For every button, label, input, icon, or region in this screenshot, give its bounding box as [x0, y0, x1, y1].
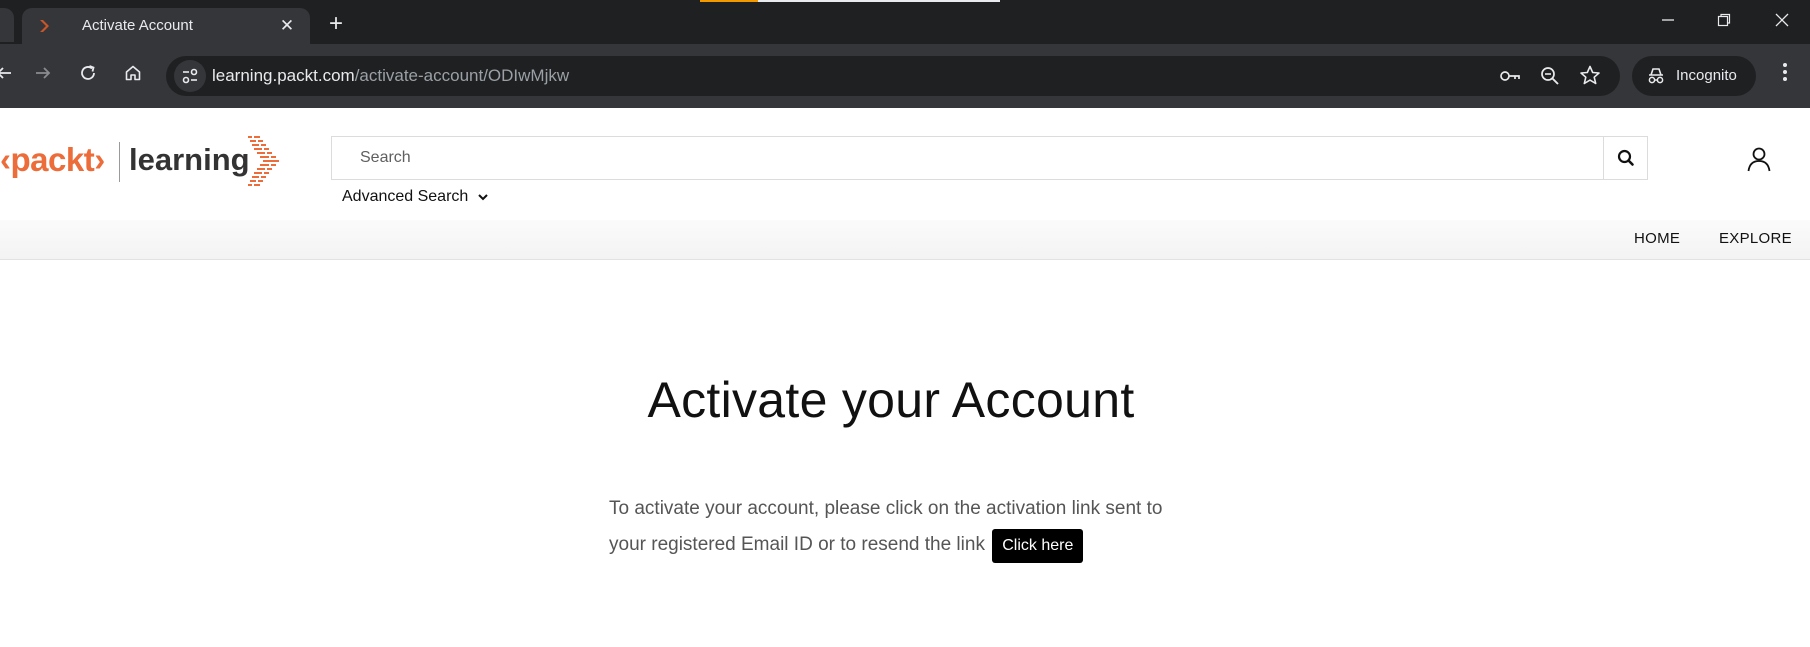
incognito-label: Incognito	[1676, 67, 1737, 84]
incognito-badge[interactable]: Incognito	[1632, 56, 1756, 96]
site-info-icon	[182, 68, 198, 84]
browser-menu-button[interactable]	[1770, 58, 1800, 94]
address-bar[interactable]: learning.packt.com/activate-account/ODIw…	[166, 56, 1620, 96]
zoom-button[interactable]	[1536, 62, 1564, 90]
main-nav: HOME EXPLORE	[0, 220, 1810, 260]
advanced-search-label: Advanced Search	[342, 188, 469, 205]
logo-brand: ‹packt›	[0, 141, 105, 178]
active-tab[interactable]: Activate Account ✕	[22, 8, 310, 44]
previous-tab-stub[interactable]	[0, 8, 14, 42]
main-content: Activate your Account To activate your a…	[0, 261, 1810, 647]
password-key-icon	[1500, 71, 1520, 81]
tab-title: Activate Account	[82, 17, 193, 34]
new-tab-button[interactable]: +	[322, 11, 350, 39]
site-search	[331, 136, 1648, 180]
activation-message: To activate your account, please click o…	[609, 491, 1209, 563]
close-window-button[interactable]	[1754, 0, 1810, 44]
password-key-button[interactable]	[1496, 62, 1524, 90]
reload-icon	[81, 65, 95, 80]
resend-link-button[interactable]: Click here	[992, 529, 1084, 563]
reload-button[interactable]	[70, 58, 106, 94]
forward-icon	[36, 67, 51, 79]
nav-explore-link[interactable]: EXPLORE	[1719, 230, 1792, 247]
restore-button[interactable]	[1696, 0, 1752, 44]
chevron-down-icon	[478, 194, 488, 201]
url-host: learning.packt.com	[212, 66, 355, 85]
activation-message-line2-row: your registered Email ID or to resend th…	[609, 527, 1209, 563]
activation-message-line1: To activate your account, please click o…	[609, 498, 1163, 519]
close-icon	[1775, 13, 1789, 27]
search-button[interactable]	[1603, 137, 1647, 179]
site-info-button[interactable]	[174, 60, 206, 92]
page-title: Activate your Account	[647, 372, 1135, 428]
browser-tab-strip: Activate Account ✕ +	[0, 0, 1810, 44]
site-header: ‹packt› learning Search Advanced Search	[0, 108, 1810, 220]
url-text: learning.packt.com/activate-account/ODIw…	[212, 66, 569, 86]
packt-learning-logo[interactable]: ‹packt› learning	[0, 134, 290, 186]
close-tab-icon[interactable]: ✕	[274, 13, 300, 39]
user-icon	[1747, 147, 1771, 172]
back-button[interactable]	[0, 58, 22, 94]
nav-home-link[interactable]: HOME	[1634, 230, 1680, 247]
tab-strip-accent-light	[758, 0, 1000, 2]
logo-product: learning	[129, 142, 250, 177]
menu-icon	[1783, 63, 1787, 81]
bookmark-button[interactable]	[1576, 62, 1604, 90]
tab-strip-accent	[700, 0, 758, 2]
activation-message-line2: your registered Email ID or to resend th…	[609, 534, 985, 555]
url-path: /activate-account/ODIwMjkw	[354, 66, 570, 85]
user-account-button[interactable]	[1744, 144, 1774, 174]
logo-chevron-icon	[248, 136, 279, 186]
incognito-icon	[1648, 68, 1664, 84]
search-input[interactable]	[332, 137, 1604, 179]
home-icon	[125, 65, 141, 81]
restore-icon	[1717, 13, 1731, 27]
back-icon	[0, 67, 11, 79]
search-icon	[1617, 149, 1634, 166]
browser-toolbar: learning.packt.com/activate-account/ODIw…	[0, 44, 1810, 108]
minimize-button[interactable]	[1640, 0, 1696, 44]
home-button[interactable]	[115, 58, 151, 94]
logo-divider	[119, 142, 120, 182]
bookmark-star-icon	[1580, 65, 1600, 85]
packt-favicon-icon	[40, 20, 49, 32]
zoom-out-icon	[1541, 67, 1559, 85]
forward-button[interactable]	[25, 58, 61, 94]
minimize-icon	[1662, 19, 1674, 21]
advanced-search-toggle[interactable]: Advanced Search	[342, 188, 489, 206]
